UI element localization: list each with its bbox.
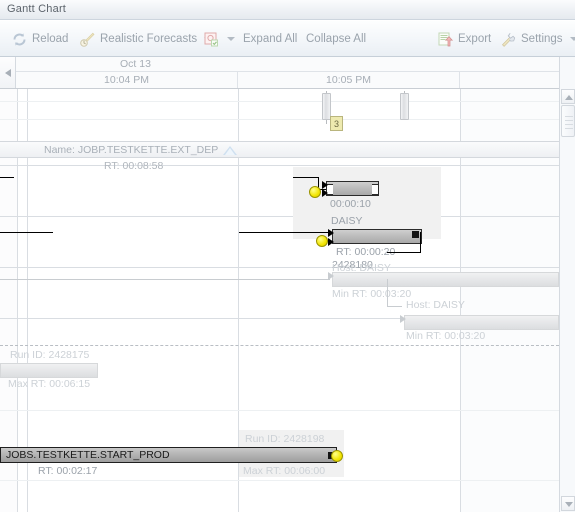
realistic-forecasts-button[interactable]: Realistic Forecasts (74, 26, 217, 52)
task-start-prod-bar-label: JOBS.TESTKETTE.START_PROD (6, 449, 170, 461)
connector-line (387, 306, 402, 307)
reload-button[interactable]: Reload (6, 26, 73, 52)
arrow-up-icon (565, 95, 573, 100)
settings-icon (500, 31, 517, 48)
timeline-date-row: Oct 13 (16, 57, 559, 72)
bar-arrow-icon (322, 189, 328, 197)
task-daisy-end-marker (412, 231, 419, 238)
task-2428175-top-label: Run ID: 2428175 (10, 349, 90, 361)
collapse-all-label: Collapse All (306, 33, 367, 45)
vertical-scrollbar[interactable] (559, 57, 575, 512)
connector-line (0, 279, 330, 280)
settings-button[interactable]: Settings (495, 26, 575, 52)
timeline-column-1[interactable]: 10:05 PM (238, 72, 460, 88)
gridline-horizontal (0, 165, 559, 166)
task-daisy-top-label: DAISY (331, 215, 363, 227)
settings-label: Settings (521, 33, 563, 45)
task-2428175-bottom-label: Max RT: 00:06:15 (8, 378, 91, 390)
filter-button[interactable] (198, 26, 240, 52)
task-2428180-status-dot[interactable] (309, 186, 321, 198)
arrow-down-icon (565, 502, 573, 507)
bar-arrow-icon (328, 272, 334, 280)
bar-arrow-icon (322, 181, 328, 189)
forecast-icon (79, 31, 96, 48)
reload-icon (11, 31, 28, 48)
filter-icon (203, 31, 220, 48)
arrow-left-icon (5, 69, 11, 77)
triangle-up-icon[interactable] (223, 146, 237, 155)
timeline-date-label: Oct 13 (120, 58, 151, 70)
task-2428175-bar[interactable] (0, 363, 98, 378)
expand-all-button[interactable]: Expand All (238, 26, 302, 52)
section-divider (0, 345, 559, 346)
task-host-daisy-2-top-label: Host: DAISY (406, 299, 465, 311)
connector-line (293, 177, 319, 178)
window-titlebar: Gantt Chart (0, 0, 575, 20)
task-host-daisy-2-bar[interactable] (404, 315, 559, 330)
connector-line (239, 232, 331, 233)
task-host-daisy-1-bottom-label: Min RT: 00:03:20 (332, 288, 412, 300)
scrollbar-thumb[interactable] (561, 105, 575, 137)
expand-all-label: Expand All (243, 33, 298, 45)
chevron-down-icon[interactable] (569, 37, 575, 41)
timeline-column-0[interactable]: 10:04 PM (16, 72, 238, 88)
scroll-down-button[interactable] (561, 496, 575, 511)
connector-line (387, 279, 388, 307)
connector-line (387, 252, 421, 253)
realistic-forecasts-label: Realistic Forecasts (100, 33, 198, 45)
export-button[interactable]: Export (432, 26, 496, 52)
gridline-horizontal (0, 119, 559, 120)
bar-arrow-icon (328, 229, 334, 237)
task-host-daisy-2-bottom-label: Min RT: 00:03:20 (406, 330, 486, 342)
toolbar: Reload Realistic Forecasts Expand All Co… (0, 21, 575, 57)
gridline-horizontal (0, 216, 559, 217)
task-host-daisy-1-bar[interactable] (332, 272, 559, 287)
chart-canvas[interactable]: Name: JOBP.TESTKETTE.EXT_DEP RT: 00:08:5… (0, 89, 559, 512)
bar-notch-right (372, 184, 379, 195)
task-start-prod-bar[interactable]: JOBS.TESTKETTE.START_PROD (0, 447, 337, 463)
task-start-prod-runid-label: Run ID: 2428198 (245, 433, 325, 445)
timeline-column-2[interactable] (460, 72, 559, 88)
task-start-prod-status-dot[interactable] (331, 450, 343, 462)
timeline-header: Oct 13 10:04 PM 10:05 PM (0, 57, 575, 89)
group-runtime-label: RT: 00:08:58 (104, 160, 164, 172)
gantt-chart-window: Gantt Chart Reload Realistic Forecasts E… (0, 0, 575, 512)
group-header-label: Name: JOBP.TESTKETTE.EXT_DEP (44, 144, 219, 156)
export-icon (437, 31, 454, 48)
timeline-scroll-left-button[interactable] (0, 57, 16, 88)
gridline-horizontal (0, 480, 559, 481)
task-daisy-status-dot[interactable] (316, 235, 328, 247)
connector-line (420, 232, 421, 253)
scroll-up-button[interactable] (561, 89, 575, 104)
group-header-row[interactable]: Name: JOBP.TESTKETTE.EXT_DEP (0, 141, 559, 158)
task-start-prod-maxrt-label: Max RT: 00:06:00 (243, 465, 326, 477)
gridline-horizontal (0, 267, 559, 268)
bar-arrow-icon (328, 238, 334, 246)
collapse-all-button[interactable]: Collapse All (301, 26, 371, 52)
task-2428180-bar[interactable] (326, 181, 379, 196)
timeline-time-row: 10:04 PM 10:05 PM (16, 72, 559, 88)
connector-line (0, 232, 53, 233)
chevron-down-icon[interactable] (227, 37, 235, 41)
export-label: Export (458, 33, 492, 45)
timeline-marker-handle-2[interactable] (400, 93, 409, 120)
gridline-horizontal (0, 410, 559, 411)
task-daisy-bar[interactable] (332, 229, 422, 244)
gridline-horizontal (0, 101, 559, 102)
window-title: Gantt Chart (7, 3, 67, 15)
bar-arrow-icon (400, 315, 406, 323)
task-2428180-bottom-label: 00:00:10 (330, 198, 371, 210)
reload-label: Reload (32, 33, 69, 45)
marker-badge[interactable]: 3 (330, 116, 343, 131)
task-start-prod-bottom-label: RT: 00:02:17 (38, 465, 98, 477)
connector-line (0, 177, 14, 178)
